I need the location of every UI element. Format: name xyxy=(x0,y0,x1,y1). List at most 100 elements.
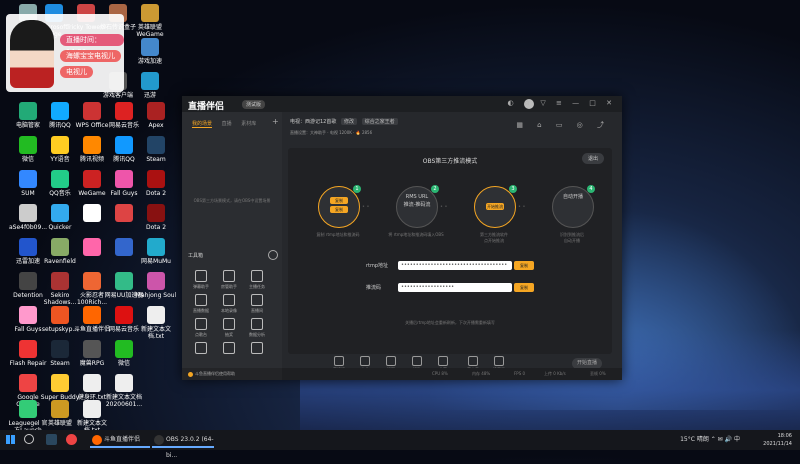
app-icon xyxy=(83,204,101,222)
taskbar-app[interactable]: 斗鱼直播伴侣 xyxy=(90,432,150,448)
desktop-icon-label: 迅游 xyxy=(143,92,156,99)
tool-label: 直播数据 xyxy=(193,308,209,313)
taskbar: 斗鱼直播伴侣 OBS 23.0.2 (64-bi... 15°C 晴朗 ⌃ ✉ 🔊… xyxy=(0,430,800,459)
exit-button[interactable]: 退出 xyxy=(581,153,604,164)
desktop-icon-label: 英雄联盟 xyxy=(47,420,72,427)
main-area: 电视：西游记12首歌 修改 综合之家王者 直播设置：大神助手 · 电视 1200… xyxy=(282,112,622,380)
tab-live[interactable]: 直播 xyxy=(222,121,232,127)
desktop-icon-label: 电脑管家 xyxy=(15,122,40,129)
tool-icon xyxy=(195,294,207,306)
step-button[interactable]: 复制 xyxy=(330,197,348,204)
copy-key-button[interactable]: 复制 xyxy=(514,283,534,292)
app-icon xyxy=(83,272,101,290)
toolbox-settings-icon[interactable] xyxy=(268,250,278,260)
tool-label: 弹幕助手 xyxy=(193,284,209,289)
status-cpu: CPU 8% xyxy=(432,371,448,376)
toolbox-item[interactable]: 抽奖 xyxy=(218,316,240,338)
step-connector: • • xyxy=(362,204,370,210)
tool-icon xyxy=(223,342,235,354)
clock[interactable]: 18:06 2021/11/14 xyxy=(763,432,792,448)
app-icon xyxy=(19,400,37,418)
category-pill[interactable]: 综合之家王者 xyxy=(361,118,398,125)
tool-label: 抽奖 xyxy=(225,332,233,337)
bottom-tool-icon xyxy=(438,356,448,366)
edit-pill[interactable]: 修改 xyxy=(340,118,357,125)
tab-scenes[interactable]: 我的场景 xyxy=(192,121,213,128)
toolbox-item[interactable]: 房管助手 xyxy=(218,268,240,290)
toolbox-item[interactable]: 点歌台 xyxy=(190,316,212,338)
toolbox-item[interactable]: 数据分析 xyxy=(246,316,268,338)
step-number-badge: 1 xyxy=(353,185,361,193)
tool-icon xyxy=(195,342,207,354)
app-icon xyxy=(51,170,69,188)
app-icon xyxy=(141,72,159,90)
weather-text: 15°C 晴朗 xyxy=(680,436,709,443)
app-icon xyxy=(147,136,165,154)
steam-icon[interactable] xyxy=(46,434,57,445)
app-icon xyxy=(83,400,101,418)
rtmp-address-field[interactable]: •••••••••••••••••••••••••••••••••••• xyxy=(398,261,512,270)
add-scene-icon[interactable]: + xyxy=(272,117,279,126)
help-link[interactable]: 斗鱼直播伴侣使用帮助 xyxy=(182,368,282,380)
desktop-icon-label: QQ音乐 xyxy=(49,190,71,197)
title-bar[interactable]: 直播伴侣 测试版 ◐ ☆ ▽ ≡ — □ ✕ xyxy=(182,96,622,112)
weather-tray[interactable]: 15°C 晴朗 ⌃ ✉ 🔊 中 xyxy=(680,434,740,443)
step-button[interactable]: 开始推流 xyxy=(486,203,504,210)
empty-scene-text: OBS第三方场景模式，请在OBS中设置场景 xyxy=(193,198,271,203)
desktop-icon-label: 微信 xyxy=(21,156,34,163)
toolbox-item[interactable]: 直播间 xyxy=(246,292,268,314)
stream-key-field[interactable]: •••••••••••••••••• xyxy=(398,283,512,292)
app-icon xyxy=(83,102,101,120)
window-controls[interactable]: ◐ ☆ ▽ ≡ — □ ✕ xyxy=(508,99,616,107)
app-icon xyxy=(141,4,159,22)
header-tool-icons[interactable]: ▦ ⌂ ▭ ◎ ⤴ xyxy=(516,120,610,130)
toolbox-item[interactable] xyxy=(246,340,268,362)
desktop-icon-label: 迅雷加速 xyxy=(15,258,40,265)
taskbar-app-label: 斗鱼直播伴侣 xyxy=(104,436,141,443)
toolbox-item[interactable] xyxy=(190,340,212,362)
tool-icon xyxy=(251,342,263,354)
step-caption: 复制 rtmp地址和推流码 xyxy=(316,232,360,237)
app-icon xyxy=(19,102,37,120)
app-icon xyxy=(147,170,165,188)
bottom-tool-icon xyxy=(412,356,422,366)
desktop-icon-label: SUM xyxy=(21,190,35,197)
app-icon xyxy=(19,374,37,392)
app-icon xyxy=(115,136,133,154)
tool-label: 房管助手 xyxy=(221,284,237,289)
desktop-icon-label: Steam xyxy=(146,156,166,163)
overlay-line-2: 海螺宝宝电视儿 xyxy=(60,50,121,62)
taskbar-app[interactable]: OBS 23.0.2 (64-bi... xyxy=(152,432,214,459)
tool-icon xyxy=(195,270,207,282)
step-button[interactable]: 复制 xyxy=(330,206,348,213)
desktop-icon-label: Mahjong Soul xyxy=(135,292,177,299)
desktop-icon-label: 微信 xyxy=(117,360,130,367)
room-info: 电视：西游记12首歌 修改 综合之家王者 xyxy=(290,118,398,125)
desktop-icon-label: 腾讯视频 xyxy=(79,156,104,163)
toolbox-item[interactable]: 弹幕助手 xyxy=(190,268,212,290)
windows-start-icon[interactable] xyxy=(6,435,15,444)
toolbox-item[interactable] xyxy=(218,340,240,362)
version-badge[interactable]: 测试版 xyxy=(242,100,266,109)
tool-icon xyxy=(223,270,235,282)
desktop-icon-label: Quicker xyxy=(48,224,72,231)
step-caption: 第三方推流软件 点开始推流 xyxy=(480,232,508,243)
search-icon[interactable] xyxy=(24,434,34,444)
taskbar-app-icon xyxy=(92,435,102,445)
app-icon xyxy=(19,238,37,256)
copy-rtmp-button[interactable]: 复制 xyxy=(514,261,534,270)
app-icon xyxy=(115,170,133,188)
app-icon xyxy=(19,136,37,154)
toolbox-item[interactable]: 直播数据 xyxy=(190,292,212,314)
toolbox-item[interactable]: 主播任务 xyxy=(246,268,268,290)
status-upload: 上传 0 Kb/s xyxy=(544,371,566,376)
tab-assets[interactable]: 素材库 xyxy=(241,121,256,127)
tray-icons[interactable]: ⌃ ✉ 🔊 中 xyxy=(711,436,740,443)
desktop-icon-label: Apex xyxy=(148,122,164,129)
bottom-tool-icon xyxy=(468,356,478,366)
toolbox-item[interactable]: 本地录像 xyxy=(218,292,240,314)
status-dropped: 丢帧 0% xyxy=(590,371,606,376)
app-icon xyxy=(19,306,37,324)
chrome-icon[interactable] xyxy=(66,434,77,445)
stream-overlay-widget: 直播时间：14:00 海螺宝宝电视儿 电视儿 xyxy=(6,14,124,92)
